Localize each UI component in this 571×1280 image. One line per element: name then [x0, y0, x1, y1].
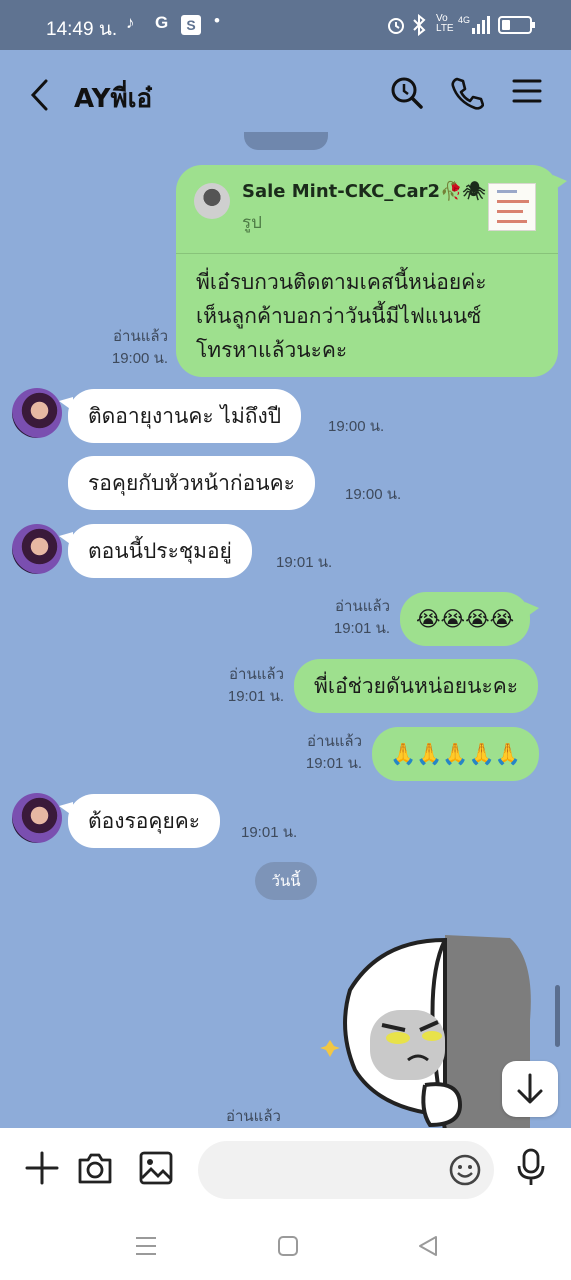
collapsed-header-tab[interactable]: [244, 132, 328, 150]
message-bubble[interactable]: ต้องรอคุยคะ: [58, 794, 221, 848]
contact-avatar[interactable]: [12, 388, 62, 438]
read-receipt: อ่านแล้ว 19:01 น.: [333, 598, 390, 637]
reply-sender-avatar: [194, 183, 230, 219]
reply-type-label: รูป: [242, 213, 262, 233]
google-icon: G: [155, 13, 169, 32]
chat-title: AYพี่เอ๋: [74, 84, 153, 114]
reply-sender-name: Sale Mint-CKC_Car2🥀🕷: [242, 181, 486, 202]
message-time: 19:01 น.: [276, 554, 333, 571]
message-bubble[interactable]: 😭😭😭😭: [400, 592, 540, 646]
tiktok-icon: ♪: [126, 13, 135, 32]
image-icon[interactable]: [138, 1150, 174, 1186]
message-time: 19:01 น.: [241, 824, 298, 841]
date-separator: วันนี้: [255, 862, 317, 900]
read-receipt: อ่านแล้ว 19:01 น.: [227, 666, 284, 705]
reply-divider: [176, 253, 558, 254]
back-nav-icon[interactable]: [416, 1234, 440, 1258]
search-icon[interactable]: [390, 76, 424, 110]
chevron-left-icon[interactable]: [28, 78, 52, 112]
phone-icon[interactable]: [450, 76, 484, 110]
message-time: 19:00 น.: [345, 486, 402, 503]
alarm-icon: [388, 18, 404, 34]
camera-icon[interactable]: [76, 1150, 114, 1186]
contact-avatar[interactable]: [12, 524, 62, 574]
read-receipt: อ่านแล้ว 19:01 น.: [305, 733, 362, 772]
signal-icon: 4G: [458, 15, 490, 34]
contact-avatar[interactable]: [12, 793, 62, 843]
message-time: 19:00 น.: [328, 418, 385, 435]
home-icon[interactable]: [276, 1234, 300, 1258]
message-bubble[interactable]: ติดอายุงานคะ ไม่ถึงปี: [58, 389, 302, 443]
read-receipt: อ่านแล้ว 19:00 น.: [111, 328, 168, 367]
volte-icon: Vo LTE: [436, 13, 454, 34]
recents-icon[interactable]: [134, 1234, 158, 1258]
plus-icon[interactable]: [24, 1150, 60, 1186]
message-bubble[interactable]: พี่เอ๋ช่วยดันหน่อยนะคะ: [294, 659, 539, 713]
scrollbar[interactable]: [555, 985, 560, 1047]
mic-icon[interactable]: [516, 1148, 546, 1188]
bluetooth-icon: [413, 14, 426, 36]
reply-message-text: พี่เอ๋รบกวนติดตามเคสนี้หน่อยค่ะ เห็นลูกค…: [196, 270, 487, 362]
scroll-down-button[interactable]: [502, 1061, 558, 1117]
dot-icon: •: [214, 11, 220, 30]
svg-text:4G: 4G: [458, 15, 470, 25]
message-input-bar: [0, 1128, 571, 1214]
message-bubble[interactable]: ตอนนี้ประชุมอยู่: [59, 524, 252, 578]
chat-header: AYพี่เอ๋: [0, 50, 571, 140]
message-bubble[interactable]: 🙏🙏🙏🙏🙏: [372, 727, 539, 781]
reply-image-thumbnail[interactable]: [488, 183, 536, 231]
status-bar: 14:49 น. ♪ G S • Vo LTE 4G: [0, 0, 571, 50]
emoji-icon[interactable]: [448, 1153, 482, 1187]
menu-icon[interactable]: [512, 76, 542, 106]
reply-message-bubble[interactable]: Sale Mint-CKC_Car2🥀🕷 รูป พี่เอ๋รบกวนติดต…: [176, 165, 567, 377]
battery-icon: [498, 16, 535, 34]
status-time: 14:49 น.: [46, 19, 118, 40]
message-input[interactable]: [218, 1155, 438, 1185]
message-bubble[interactable]: รอคุยกับหัวหน้าก่อนคะ: [68, 456, 315, 510]
message-field[interactable]: [198, 1141, 494, 1199]
arrow-down-icon: [517, 1073, 543, 1104]
app-s-icon: S: [181, 15, 201, 35]
system-nav-bar: [0, 1214, 571, 1280]
read-receipt: อ่านแล้ว: [226, 1108, 281, 1125]
